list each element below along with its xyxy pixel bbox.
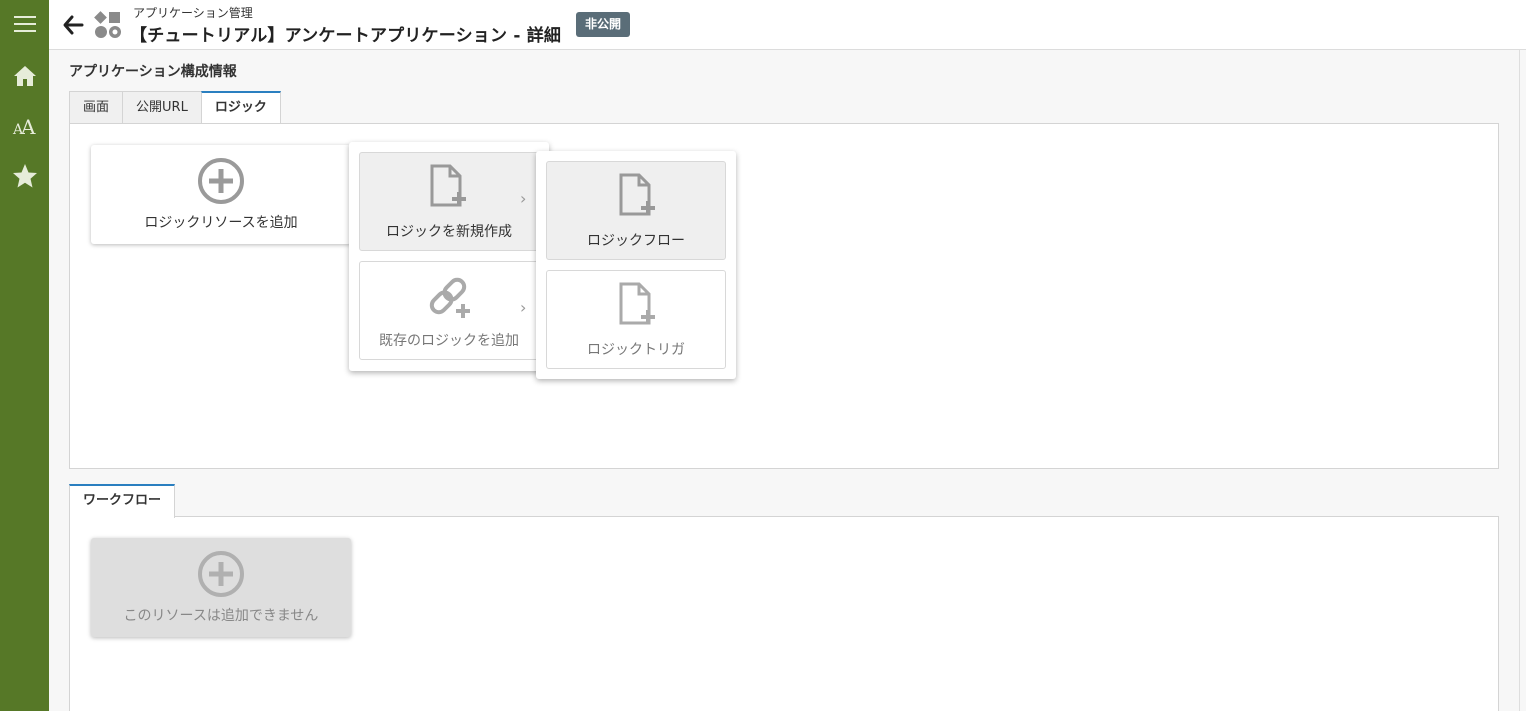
section-title: アプリケーション構成情報 [69, 64, 237, 80]
chevron-right-icon: › [520, 189, 527, 208]
tab-workflow[interactable]: ワークフロー [69, 484, 176, 518]
font-size-icon[interactable]: AA [0, 106, 49, 146]
tab-public-url[interactable]: 公開URL [122, 91, 201, 124]
tab-logic[interactable]: ロジック [200, 91, 281, 125]
svg-text:A: A [20, 115, 36, 137]
new-logic-menu-item[interactable]: ロジックを新規作成 › [359, 152, 539, 251]
logic-type-menu: ロジックフロー ロジックトリガ [536, 151, 736, 379]
back-arrow-icon[interactable] [62, 14, 84, 36]
new-document-icon [615, 281, 661, 333]
scrollbar-track[interactable] [1519, 50, 1520, 711]
plus-circle-icon [195, 155, 247, 207]
home-icon[interactable] [0, 56, 49, 96]
existing-logic-label: 既存のロジックを追加 [379, 333, 519, 349]
link-add-icon [424, 272, 476, 324]
sidebar: AA [0, 0, 49, 711]
menu-icon[interactable] [0, 4, 49, 44]
logic-trigger-label: ロジックトリガ [587, 342, 685, 358]
star-icon[interactable] [0, 156, 49, 196]
breadcrumb[interactable]: アプリケーション管理 [133, 4, 253, 21]
page-title: 【チュートリアル】アンケートアプリケーション - 詳細 [130, 26, 562, 46]
chevron-right-icon: › [520, 298, 527, 317]
existing-logic-menu-item[interactable]: 既存のロジックを追加 › [359, 261, 539, 360]
tab-screen[interactable]: 画面 [69, 91, 123, 124]
add-logic-resource-label: ロジックリソースを追加 [144, 215, 298, 231]
workflow-add-disabled-card: このリソースは追加できません [91, 538, 351, 637]
status-badge: 非公開 [576, 12, 631, 37]
plus-circle-icon [195, 548, 247, 600]
new-document-icon [426, 163, 472, 215]
app-manage-icon [93, 10, 123, 40]
config-tabs: 画面 公開URL ロジック [69, 91, 281, 125]
logic-trigger-menu-item[interactable]: ロジックトリガ [546, 270, 726, 369]
header: アプリケーション管理 【チュートリアル】アンケートアプリケーション - 詳細 非… [49, 0, 1526, 50]
logic-add-menu: ロジックを新規作成 › 既存のロジックを追加 › [349, 142, 549, 371]
add-logic-resource-button[interactable]: ロジックリソースを追加 [91, 145, 351, 244]
logic-flow-label: ロジックフロー [587, 233, 685, 249]
workflow-disabled-label: このリソースは追加できません [123, 608, 319, 624]
new-logic-label: ロジックを新規作成 [386, 224, 512, 240]
logic-flow-menu-item[interactable]: ロジックフロー [546, 161, 726, 260]
new-document-icon [615, 172, 661, 224]
